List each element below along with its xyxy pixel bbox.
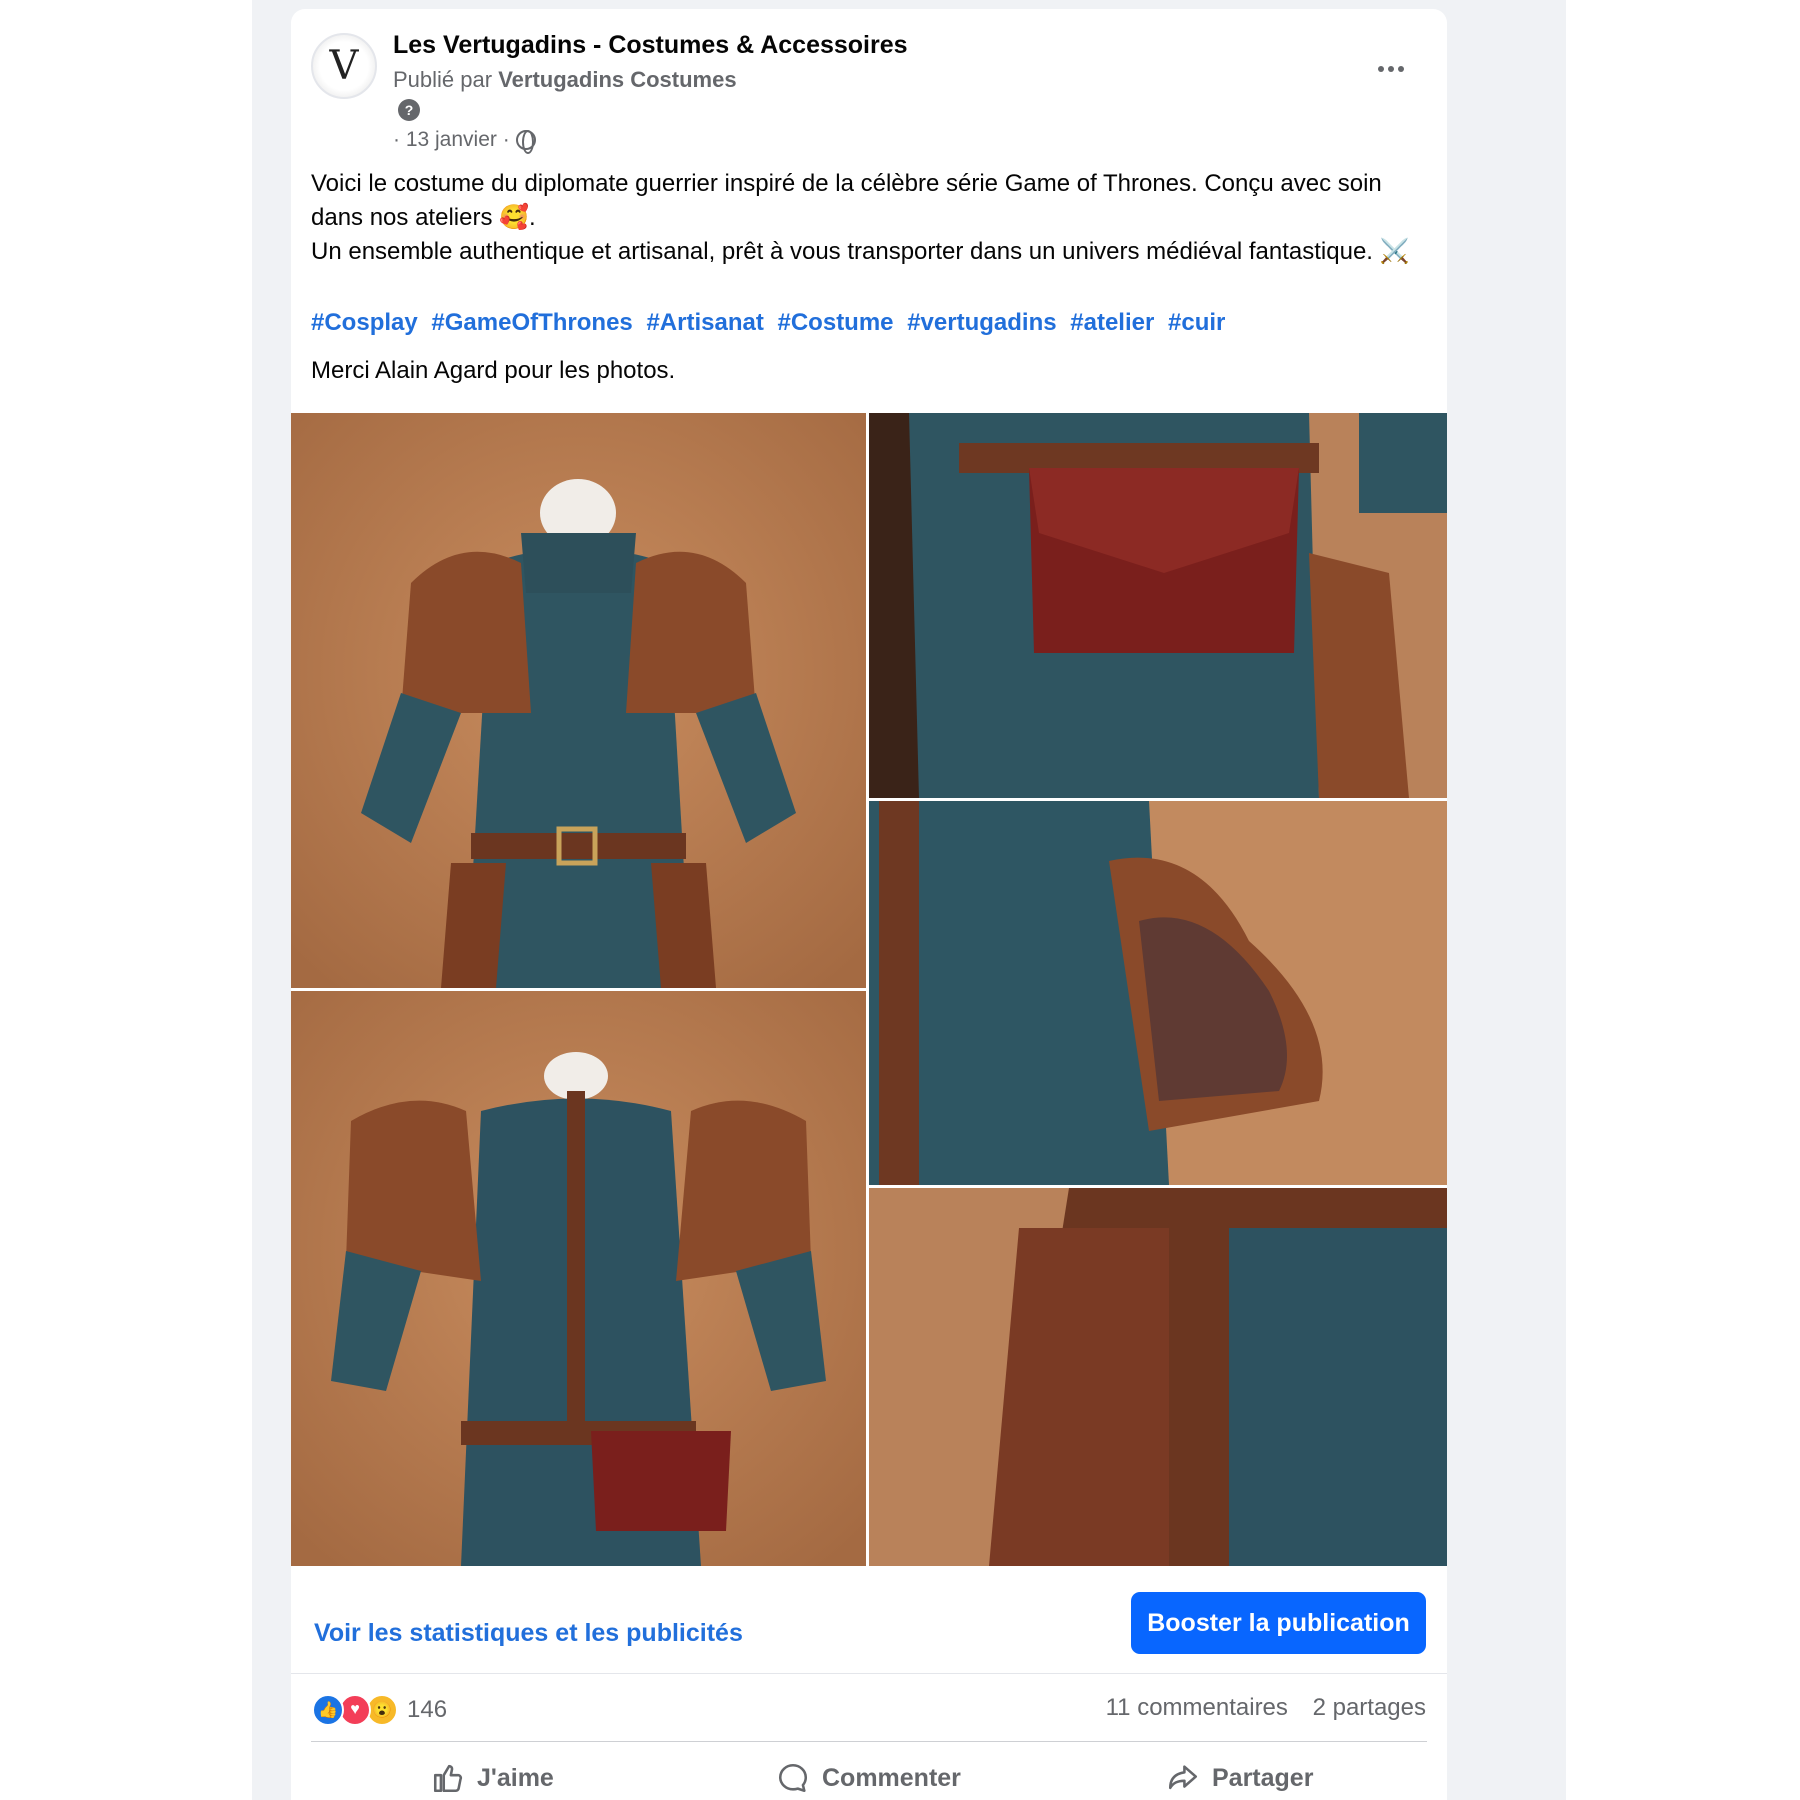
like-label: J'aime <box>477 1763 554 1792</box>
hashtag-link[interactable]: #vertugadins <box>907 309 1056 336</box>
comments-count-link[interactable]: 11 commentaires <box>1106 1694 1288 1721</box>
avatar-letter: V <box>329 43 359 89</box>
globe-icon <box>515 130 536 154</box>
published-prefix: Publié par <box>393 67 493 92</box>
hashtag-link[interactable]: #Cosplay <box>311 309 418 336</box>
view-stats-link[interactable]: Voir les statistiques et les publicités <box>314 1619 743 1648</box>
hashtag-list: #Cosplay #GameOfThrones #Artisanat #Cost… <box>311 309 1232 337</box>
photo-shoulder-detail[interactable] <box>869 801 1447 1185</box>
hashtag-link[interactable]: #GameOfThrones <box>431 309 632 336</box>
photo-credit: Merci Alain Agard pour les photos. <box>311 357 676 384</box>
photo-leather-pouch[interactable] <box>869 413 1447 798</box>
page-name-link[interactable]: Les Vertugadins - Costumes & Accessoires <box>393 31 908 60</box>
like-button[interactable]: J'aime <box>431 1755 554 1800</box>
photo-back-view[interactable] <box>291 991 866 1566</box>
share-arrow-icon <box>1166 1761 1200 1795</box>
more-options-icon[interactable] <box>1369 47 1413 91</box>
published-by-link[interactable]: Vertugadins Costumes <box>498 67 736 92</box>
photo-front-view[interactable] <box>291 413 866 988</box>
page-avatar[interactable]: V <box>311 33 377 99</box>
reaction-count: 146 <box>407 1696 448 1723</box>
divider <box>311 1741 1427 1742</box>
hashtag-link[interactable]: #atelier <box>1070 309 1154 336</box>
divider <box>291 1673 1447 1674</box>
like-reaction-icon: 👍 <box>312 1694 344 1726</box>
photo-side-scales[interactable] <box>869 1188 1447 1566</box>
post-text-line-1: Voici le costume du diplomate guerrier i… <box>311 170 1389 231</box>
post-text-line-2: Un ensemble authentique et artisanal, pr… <box>311 238 1410 265</box>
post-meta: · 13 janvier · <box>393 128 536 154</box>
post-body: Voici le costume du diplomate guerrier i… <box>311 167 1421 269</box>
post-date[interactable]: · 13 janvier · <box>393 128 510 152</box>
hashtag-link[interactable]: #cuir <box>1168 309 1225 336</box>
published-by-line: Publié par Vertugadins Costumes <box>393 67 737 93</box>
share-label: Partager <box>1212 1763 1314 1792</box>
shares-count-link[interactable]: 2 partages <box>1313 1694 1426 1721</box>
boost-post-button[interactable]: Booster la publication <box>1131 1592 1426 1654</box>
hashtag-link[interactable]: #Artisanat <box>646 309 763 336</box>
post-card: V Les Vertugadins - Costumes & Accessoir… <box>291 9 1447 1800</box>
reactions-summary[interactable]: 👍 ♥ 😮 146 <box>312 1693 447 1727</box>
comment-label: Commenter <box>822 1763 961 1792</box>
help-icon[interactable]: ? <box>398 99 420 121</box>
comment-bubble-icon <box>776 1761 810 1795</box>
thumbs-up-icon <box>431 1761 465 1795</box>
comment-button[interactable]: Commenter <box>776 1755 961 1800</box>
engagement-counts: 11 commentaires 2 partages <box>1088 1694 1426 1722</box>
share-button[interactable]: Partager <box>1166 1755 1313 1800</box>
hashtag-link[interactable]: #Costume <box>778 309 894 336</box>
